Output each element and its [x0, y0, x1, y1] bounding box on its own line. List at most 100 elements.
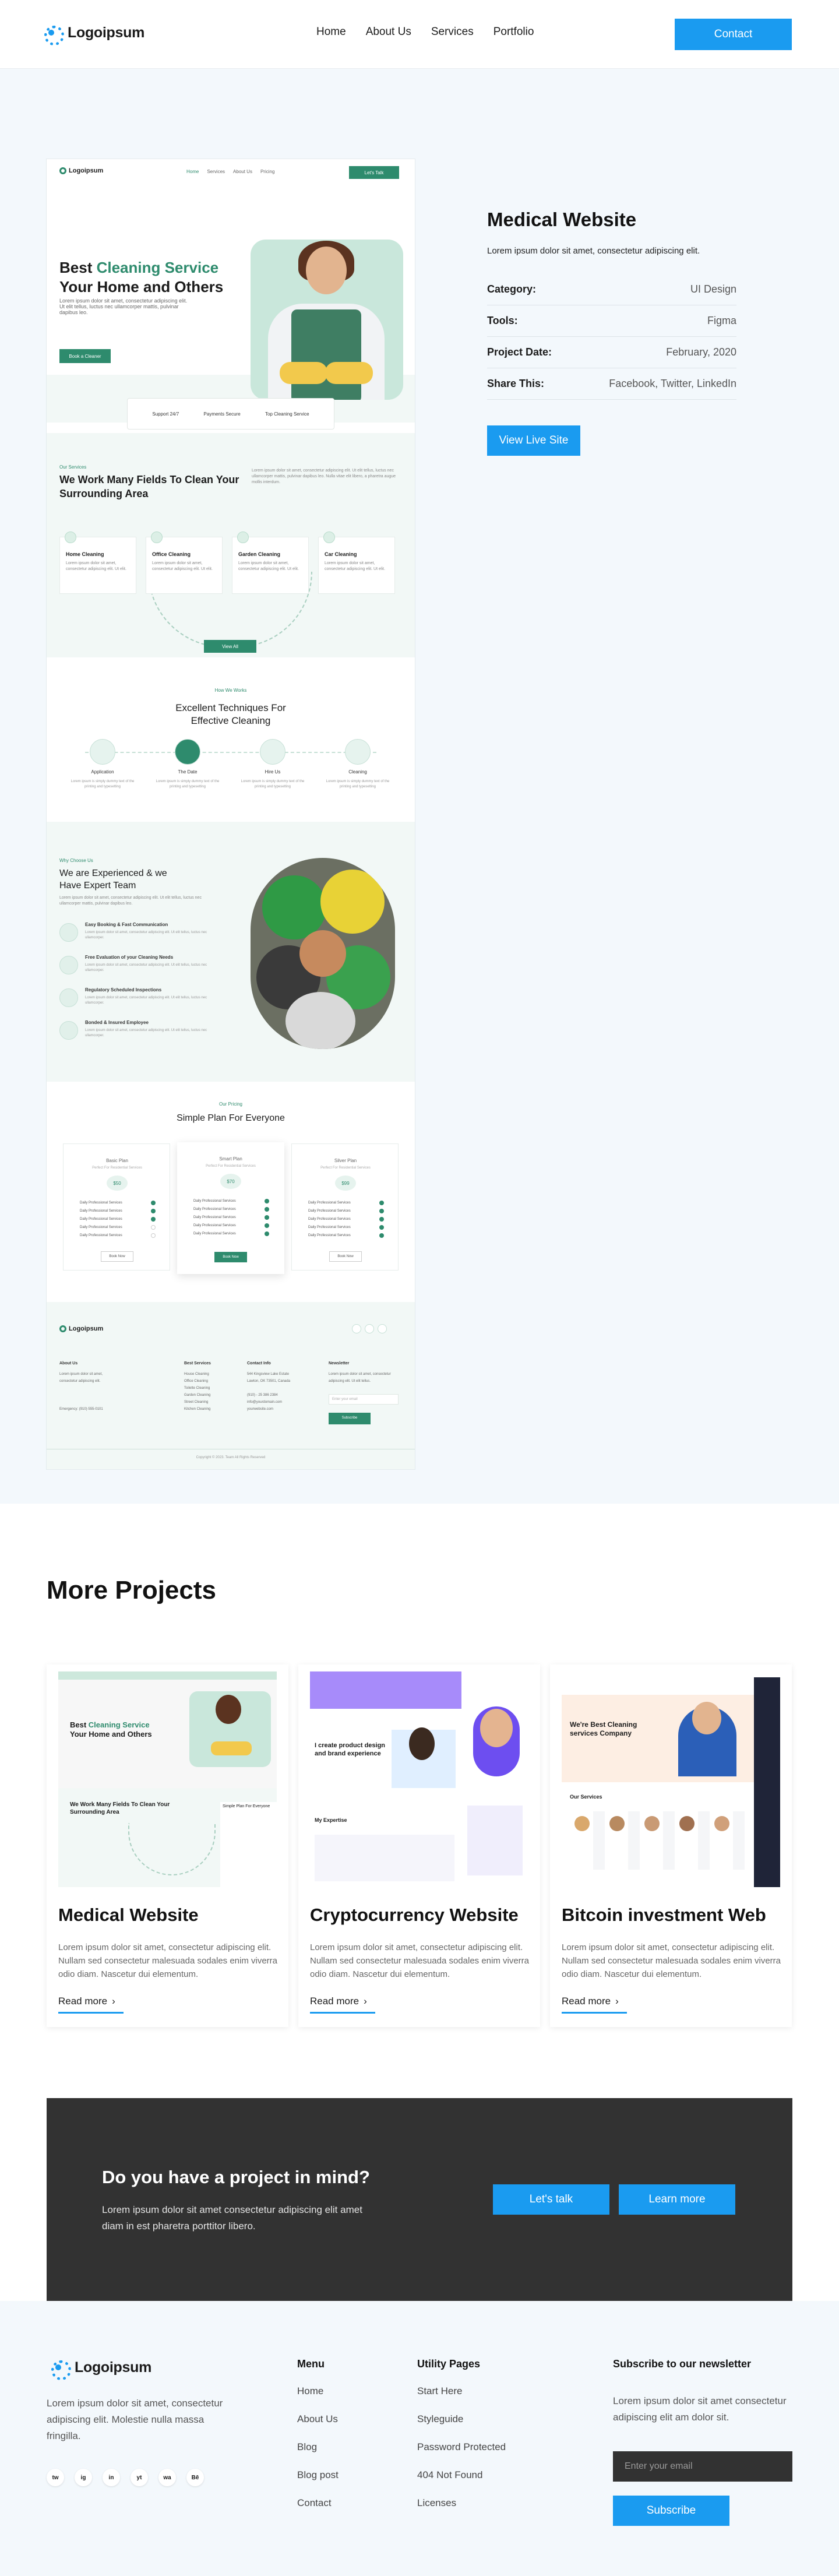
- mock-hero-title: Best Cleaning Service Your Home and Other…: [59, 259, 224, 295]
- read-more-link[interactable]: Read more ›: [310, 1996, 367, 2007]
- mock-exp-tag: Why Choose Us: [59, 858, 93, 863]
- mock-plan: Basic Plan Perfect For Residential Servic…: [63, 1143, 170, 1271]
- mock-price-title: Simple Plan For Everyone: [177, 1113, 285, 1123]
- mock-hero: Best Cleaning Service Your Home and Other…: [47, 182, 415, 423]
- social-links: tw ig in yt wa Bē: [47, 2469, 204, 2486]
- newsletter-email-input[interactable]: Enter your email: [613, 2451, 792, 2482]
- cta-text: Lorem ipsum dolor sit amet consectetur a…: [102, 2204, 362, 2232]
- footer-link[interactable]: Blog: [297, 2441, 339, 2469]
- step-icon: [345, 739, 371, 765]
- cta-title: Do you have a project in mind?: [102, 2167, 370, 2187]
- youtube-icon[interactable]: yt: [131, 2469, 148, 2486]
- footer-link[interactable]: Home: [297, 2385, 339, 2413]
- footer-link[interactable]: Start Here: [417, 2385, 506, 2413]
- link-underline: [58, 2012, 124, 2014]
- footer-utility: Utility Pages Start Here Styleguide Pass…: [417, 2358, 506, 2525]
- mock-service-card: Home Cleaning Lorem ipsum dolor sit amet,…: [59, 532, 136, 594]
- footer-link[interactable]: Styleguide: [417, 2413, 506, 2441]
- project-subtitle: Lorem ipsum dolor sit amet, consectetur …: [487, 246, 700, 256]
- link-underline: [310, 2012, 375, 2014]
- subscribe-button[interactable]: Subscribe: [613, 2496, 729, 2526]
- footer-link[interactable]: Contact: [297, 2497, 339, 2525]
- info-row-tools: Tools: Figma: [487, 305, 736, 337]
- service-icon: [65, 532, 76, 543]
- mock-footer-col: Best Services House Cleaning Office Cleani…: [184, 1361, 211, 1411]
- plan-items: Daily Professional Services Daily Profess…: [80, 1199, 156, 1240]
- nav-services[interactable]: Services: [431, 26, 474, 38]
- feature-icon: [59, 923, 78, 942]
- mock-steps: Application Lorem ipsum is simply dummy t…: [68, 739, 394, 809]
- badge-payments: Payments Secure: [203, 411, 241, 417]
- feature-icon: [59, 1021, 78, 1040]
- footer-link[interactable]: Licenses: [417, 2497, 506, 2525]
- learn-more-button[interactable]: Learn more: [619, 2184, 735, 2215]
- project-title: Medical Website: [487, 209, 637, 230]
- whatsapp-icon[interactable]: wa: [158, 2469, 176, 2486]
- view-live-site-button[interactable]: View Live Site: [487, 425, 580, 456]
- mock-service-card: Garden Cleaning Lorem ipsum dolor sit ame…: [232, 532, 309, 594]
- plan-items: Daily Professional Services Daily Profess…: [308, 1199, 384, 1240]
- mock-email-field: Enter your email: [329, 1394, 399, 1405]
- footer-desc: Lorem ipsum dolor sit amet, consectetur …: [47, 2398, 223, 2441]
- mock-view-all: View All: [204, 640, 256, 653]
- mock-feature: Free Evaluation of your Cleaning Needs Lo…: [59, 953, 223, 983]
- contact-button[interactable]: Contact: [675, 19, 792, 50]
- read-more-link[interactable]: Read more ›: [562, 1996, 619, 2007]
- lets-talk-button[interactable]: Let's talk: [493, 2184, 609, 2215]
- project-card-title: Medical Website: [58, 1905, 199, 1925]
- mock-techniques: How We Works Excellent Techniques For Eff…: [47, 657, 415, 822]
- mock-feature: Bonded & Insured Employee Lorem ipsum dol…: [59, 1019, 223, 1048]
- project-thumbnail: I create product design and brand experie…: [310, 1671, 528, 1887]
- footer-link[interactable]: Blog post: [297, 2469, 339, 2497]
- footer-menu-heading: Menu: [297, 2358, 325, 2370]
- project-thumbnail: Best Cleaning Service Your Home and Other…: [58, 1671, 277, 1887]
- plan-items: Daily Professional Services Daily Profess…: [193, 1197, 269, 1238]
- mock-services-tag: Our Services: [59, 464, 87, 470]
- step-icon: [175, 739, 200, 765]
- project-card-desc: Lorem ipsum dolor sit amet, consectetur …: [310, 1942, 530, 1979]
- nav-home[interactable]: Home: [316, 26, 346, 38]
- mock-plan: Silver Plan Perfect For Residential Servi…: [291, 1143, 399, 1271]
- mock-link: About Us: [233, 169, 252, 174]
- project-card-desc: Lorem ipsum dolor sit amet, consectetur …: [58, 1942, 278, 1979]
- mock-plan: Smart Plan Perfect For Residential Servic…: [177, 1142, 284, 1274]
- mock-book-button: Book a Cleaner: [59, 349, 111, 363]
- project-card-medical[interactable]: Best Cleaning Service Your Home and Other…: [47, 1664, 288, 2027]
- site-header: Logoipsum Home About Us Services Portfol…: [0, 0, 839, 69]
- mock-exp-title: We are Experienced & we Have Expert Team: [59, 868, 167, 891]
- nav-about[interactable]: About Us: [366, 26, 411, 38]
- mock-link: Home: [186, 169, 199, 174]
- footer-brand-name: Logoipsum: [75, 2359, 152, 2376]
- team-photo: [251, 858, 395, 1049]
- twitter-icon[interactable]: tw: [47, 2469, 64, 2486]
- newsletter-text: Lorem ipsum dolor sit amet consectetur a…: [613, 2395, 787, 2423]
- footer-link[interactable]: About Us: [297, 2413, 339, 2441]
- mock-step: Cleaning Lorem ipsum is simply dummy text…: [323, 739, 393, 790]
- mock-services: Our Services We Work Many Fields To Clea…: [47, 433, 415, 657]
- more-projects-title: More Projects: [47, 1576, 216, 1604]
- footer-link[interactable]: 404 Not Found: [417, 2469, 506, 2497]
- mock-feature: Regulatory Scheduled Inspections Lorem ip…: [59, 986, 223, 1015]
- mock-logo-icon: [59, 167, 66, 174]
- mock-logo: Logoipsum: [59, 167, 103, 174]
- linkedin-icon[interactable]: in: [103, 2469, 120, 2486]
- read-more-link[interactable]: Read more ›: [58, 1996, 115, 2007]
- footer-brand[interactable]: Logoipsum: [47, 2356, 152, 2380]
- step-icon: [90, 739, 115, 765]
- mock-link: Pricing: [260, 169, 275, 174]
- project-card-bitcoin[interactable]: We're Best Cleaning services Company Our …: [550, 1664, 792, 2027]
- brand-logo[interactable]: Logoipsum: [40, 21, 144, 45]
- mock-footer: Logoipsum About Us Lorem ipsum dolor sit …: [47, 1302, 415, 1469]
- service-icon: [151, 532, 163, 543]
- footer-link[interactable]: Password Protected: [417, 2441, 506, 2469]
- mock-copyright: Copyright © 2023. Team All Rights Reserv…: [196, 1456, 266, 1459]
- nav-portfolio[interactable]: Portfolio: [493, 26, 534, 38]
- behance-icon[interactable]: Bē: [186, 2469, 204, 2486]
- instagram-icon[interactable]: ig: [75, 2469, 92, 2486]
- project-card-desc: Lorem ipsum dolor sit amet, consectetur …: [562, 1942, 781, 1979]
- service-icon: [323, 532, 335, 543]
- project-card-crypto[interactable]: I create product design and brand experie…: [298, 1664, 540, 2027]
- logo-icon: [47, 2356, 71, 2380]
- mock-links: Home Services About Us Pricing: [186, 169, 274, 174]
- mock-footer-col: About Us Lorem ipsum dolor sit amet, conse…: [59, 1361, 103, 1411]
